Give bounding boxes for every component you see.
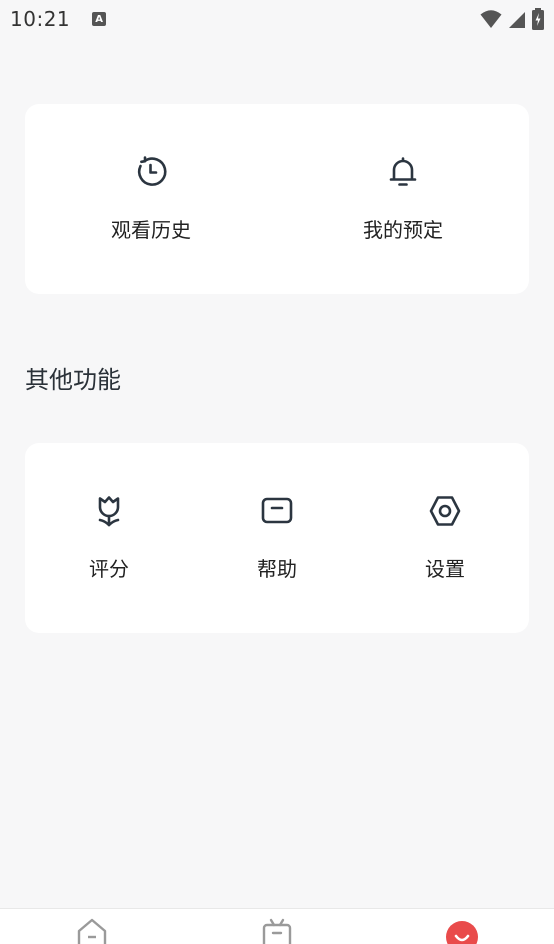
quick-actions-card: 观看历史 我的预定: [25, 104, 529, 294]
watch-history-label: 观看历史: [111, 218, 191, 242]
other-features-title: 其他功能: [25, 366, 121, 394]
my-reservations-button[interactable]: 我的预定: [277, 104, 529, 294]
other-features-card: 评分 帮助 设置: [25, 443, 529, 633]
history-clock-icon: [133, 154, 169, 190]
hexagon-settings-icon: [427, 493, 463, 529]
bell-icon: [385, 154, 421, 190]
tulip-flower-icon: [91, 493, 127, 529]
nav-tv-tab[interactable]: [257, 917, 297, 944]
settings-label: 设置: [425, 557, 465, 581]
help-label: 帮助: [257, 557, 297, 581]
home-icon: [77, 918, 107, 944]
rating-label: 评分: [89, 557, 129, 581]
status-icons: [480, 8, 544, 30]
watch-history-button[interactable]: 观看历史: [25, 104, 277, 294]
profile-screen: 10:21 A 观看历史 我的预定 其他功能 评分 帮助 设置: [0, 0, 554, 944]
message-box-icon: [259, 493, 295, 529]
bottom-nav: [0, 908, 554, 944]
profile-smile-icon: [446, 921, 478, 944]
signal-icon: [509, 12, 525, 28]
my-reservations-label: 我的预定: [363, 218, 443, 242]
nav-profile-tab[interactable]: [442, 917, 482, 944]
nav-home-tab[interactable]: [72, 917, 112, 944]
notification-icon: A: [92, 12, 107, 26]
status-time: 10:21: [10, 7, 71, 31]
settings-button[interactable]: 设置: [361, 443, 529, 633]
tv-icon: [262, 918, 292, 944]
rating-button[interactable]: 评分: [25, 443, 193, 633]
battery-icon: [532, 8, 544, 30]
wifi-icon: [480, 10, 502, 28]
status-bar: 10:21 A: [0, 0, 554, 38]
help-button[interactable]: 帮助: [193, 443, 361, 633]
